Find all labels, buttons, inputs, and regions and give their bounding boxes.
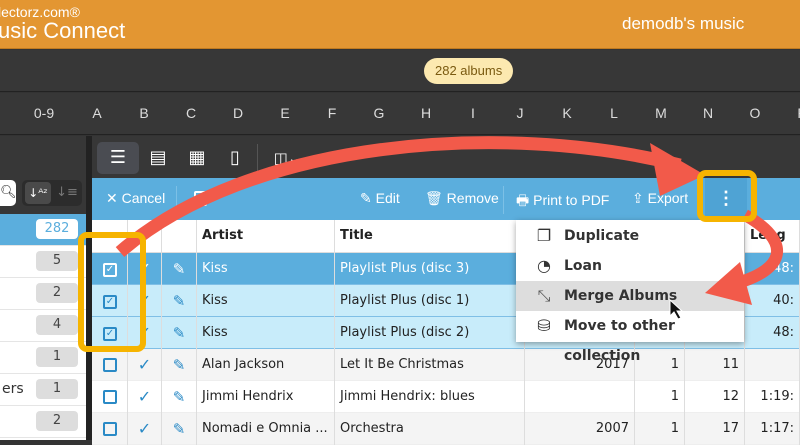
menu-button-highlight bbox=[697, 170, 757, 222]
annotation-arrows bbox=[115, 136, 783, 320]
arrow-to-menu-button bbox=[115, 136, 682, 257]
checkbox-highlight bbox=[78, 232, 146, 352]
arrow-head bbox=[705, 262, 752, 305]
mouse-cursor-icon bbox=[669, 298, 684, 320]
